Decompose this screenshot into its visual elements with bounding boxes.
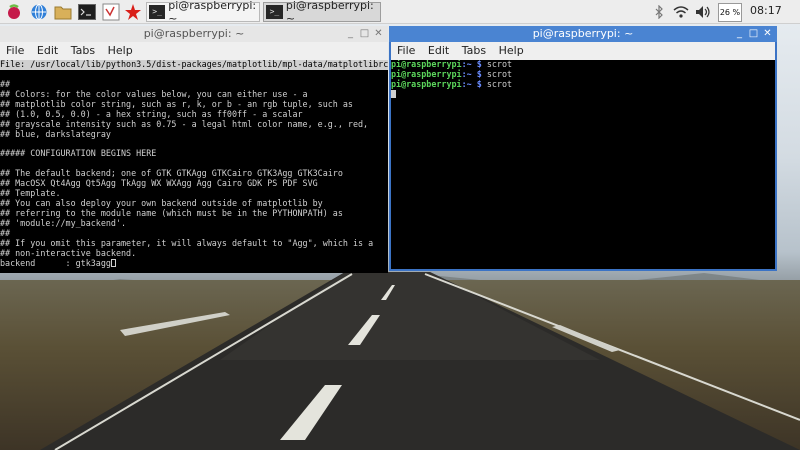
file-line: ##### CONFIGURATION BEGINS HERE <box>0 148 157 159</box>
menu-bar: File Edit Tabs Help <box>0 42 388 60</box>
file-line: ## 'module://my_backend'. <box>0 218 127 228</box>
close-icon[interactable]: ✕ <box>762 28 773 39</box>
prompt-user: pi@raspberrypi <box>391 60 462 69</box>
task-label: pi@raspberrypi: ~ <box>285 0 374 25</box>
prompt-path: :~ $ <box>461 68 482 79</box>
menu-tabs[interactable]: Tabs <box>71 44 95 57</box>
menu-tabs[interactable]: Tabs <box>462 44 486 57</box>
folder-icon[interactable] <box>53 2 73 22</box>
prompt-user: pi@raspberrypi <box>391 68 462 79</box>
clock[interactable]: 08:17 <box>750 4 782 17</box>
command-text: scrot <box>486 60 513 69</box>
menu-edit[interactable]: Edit <box>428 44 449 57</box>
command-line: pi@raspberrypi:~ $ scrot <box>391 78 775 90</box>
menu-file[interactable]: File <box>6 44 24 57</box>
menu-help[interactable]: Help <box>108 44 133 57</box>
backend-setting: backend : gtk3agg <box>0 257 111 268</box>
window-titlebar[interactable]: pi@raspberrypi: ~ _ □ ✕ <box>389 26 777 42</box>
command-text: scrot <box>486 68 513 79</box>
globe-icon[interactable] <box>29 2 49 22</box>
maximize-icon[interactable]: □ <box>748 28 759 39</box>
bluetooth-icon[interactable] <box>650 3 668 21</box>
volume-icon[interactable] <box>694 3 712 21</box>
menu-bar: File Edit Tabs Help <box>391 42 775 60</box>
terminal-icon: >_ <box>149 5 166 19</box>
command-text: scrot <box>486 78 513 89</box>
top-panel: >_ pi@raspberrypi: ~ >_ pi@raspberrypi: … <box>0 0 800 25</box>
maximize-icon[interactable]: □ <box>359 28 370 39</box>
terminal-icon: >_ <box>266 5 283 19</box>
text-cursor <box>391 90 396 99</box>
taskbar-terminal-2[interactable]: >_ pi@raspberrypi: ~ <box>263 0 381 25</box>
math-icon[interactable] <box>101 2 121 22</box>
terminal-window-nano: pi@raspberrypi: ~ _ □ ✕ File Edit Tabs H… <box>0 26 388 273</box>
network-icon[interactable] <box>672 3 690 21</box>
menu-help[interactable]: Help <box>499 44 524 57</box>
raspberry-menu-icon[interactable] <box>4 2 24 22</box>
taskbar-terminal-1[interactable]: >_ pi@raspberrypi: ~ <box>146 0 260 25</box>
nano-header: File: /usr/local/lib/python3.5/dist-pack… <box>0 60 388 70</box>
menu-edit[interactable]: Edit <box>37 44 58 57</box>
menu-file[interactable]: File <box>397 44 415 57</box>
terminal-area[interactable]: pi@raspberrypi:~ $ scrot pi@raspberrypi:… <box>391 60 775 269</box>
prompt-user: pi@raspberrypi <box>391 78 462 89</box>
file-line <box>0 70 388 80</box>
window-title: pi@raspberrypi: ~ <box>532 27 634 40</box>
cursor-line <box>391 90 775 100</box>
task-label: pi@raspberrypi: ~ <box>168 0 257 25</box>
text-cursor <box>110 259 116 268</box>
window-titlebar[interactable]: pi@raspberrypi: ~ _ □ ✕ <box>0 26 388 42</box>
prompt-path: :~ $ <box>461 60 482 69</box>
file-line: ## blue, darkslategray <box>0 128 111 139</box>
terminal-window-shell: pi@raspberrypi: ~ _ □ ✕ File Edit Tabs H… <box>389 26 777 271</box>
cpu-usage-monitor[interactable]: 26 % <box>718 3 742 22</box>
wolfram-icon[interactable] <box>123 2 143 22</box>
terminal-area[interactable]: File: /usr/local/lib/python3.5/dist-pack… <box>0 60 388 273</box>
minimize-icon[interactable]: _ <box>345 28 356 39</box>
window-title: pi@raspberrypi: ~ <box>143 27 245 40</box>
terminal-icon[interactable] <box>77 2 97 22</box>
minimize-icon[interactable]: _ <box>734 28 745 39</box>
prompt-path: :~ $ <box>461 78 482 89</box>
close-icon[interactable]: ✕ <box>373 28 384 39</box>
backend-line: backend : gtk3agg <box>0 257 388 269</box>
